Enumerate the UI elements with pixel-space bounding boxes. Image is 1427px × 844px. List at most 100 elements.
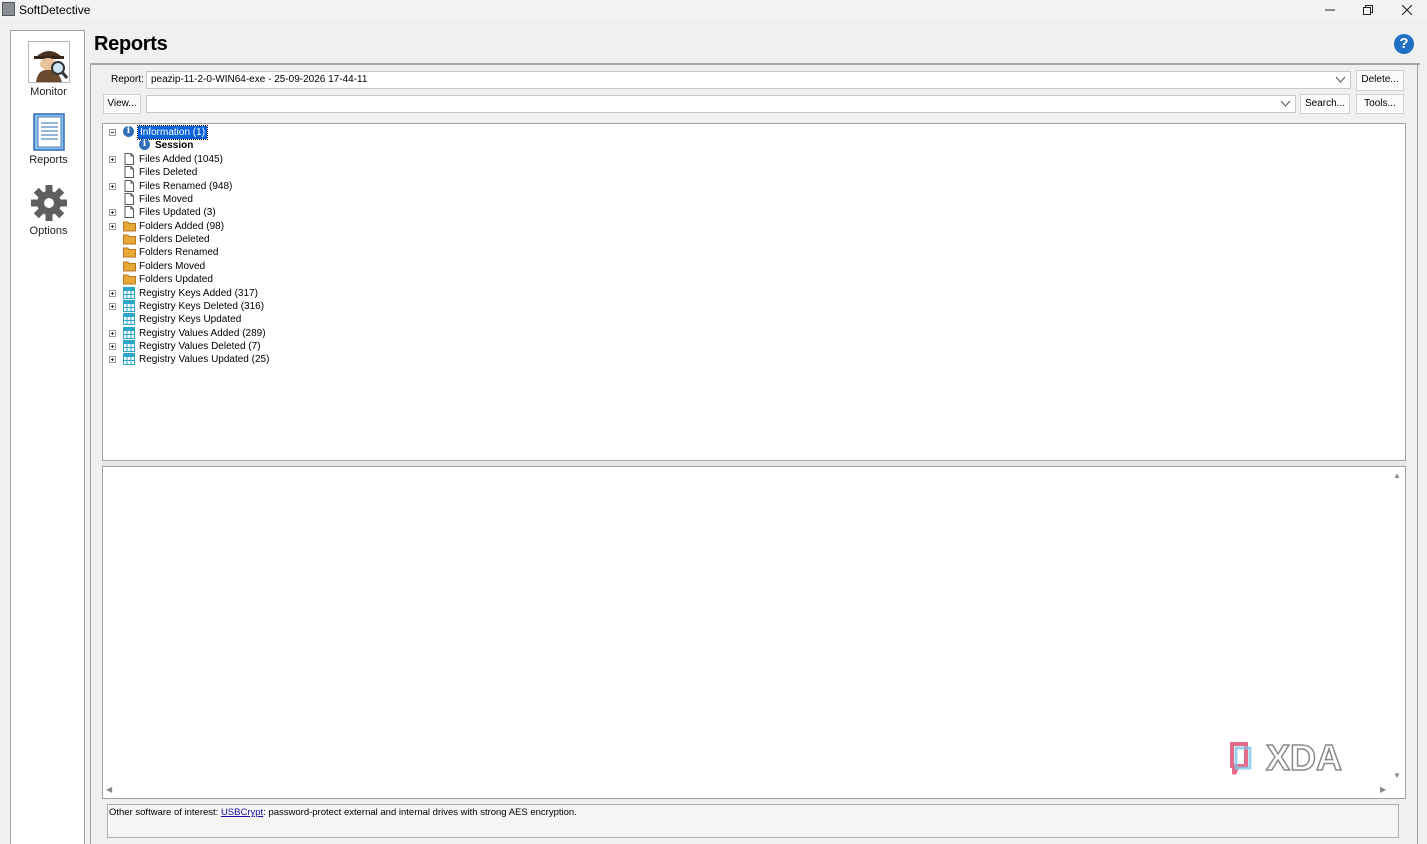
- restore-icon: [1363, 5, 1373, 15]
- registry-icon: [123, 326, 135, 339]
- notebook-icon: [32, 113, 65, 151]
- expand-icon[interactable]: [109, 289, 116, 297]
- close-icon: [1402, 5, 1412, 15]
- sidebar-item-label: Options: [29, 225, 68, 237]
- file-icon: [123, 206, 135, 219]
- tree-node[interactable]: Folders Renamed: [103, 246, 403, 259]
- tree-node[interactable]: Registry Keys Deleted (316): [103, 299, 403, 313]
- scroll-down-icon[interactable]: ▼: [1393, 771, 1401, 780]
- minimize-icon: [1325, 9, 1335, 11]
- expand-icon[interactable]: [109, 302, 116, 310]
- tree-node-label: Registry Values Deleted (7): [139, 340, 261, 352]
- registry-icon: [123, 353, 135, 366]
- tree-node-label: Files Updated (3): [139, 207, 216, 219]
- file-icon: [123, 153, 135, 165]
- folder-icon: [123, 273, 136, 285]
- tree-node[interactable]: Registry Keys Updated: [103, 313, 403, 326]
- info-icon: i: [139, 139, 150, 150]
- tree-node-label: Registry Values Added (289): [139, 327, 266, 339]
- search-button[interactable]: Search...: [1300, 94, 1350, 114]
- tree-node[interactable]: Registry Values Added (289): [103, 326, 403, 340]
- expand-icon[interactable]: [109, 156, 116, 163]
- delete-button[interactable]: Delete...: [1356, 70, 1404, 91]
- tree-node-label: Files Renamed (948): [139, 180, 233, 192]
- expand-icon[interactable]: [109, 329, 116, 337]
- registry-icon: [123, 299, 135, 312]
- footer-prefix: Other software of interest:: [109, 807, 221, 818]
- view-select[interactable]: [146, 95, 1296, 113]
- tree-node-label: Files Moved: [139, 194, 193, 206]
- tree-node[interactable]: Registry Values Deleted (7): [103, 339, 403, 353]
- tree-node-information[interactable]: i Information (1): [103, 125, 403, 140]
- sidebar-item-label: Reports: [29, 154, 68, 166]
- close-button[interactable]: [1388, 0, 1426, 20]
- tree-node-label: Registry Keys Deleted (316): [139, 300, 265, 312]
- tree-node-session[interactable]: i Session: [103, 139, 403, 152]
- folder-icon: [123, 260, 136, 272]
- view-button[interactable]: View...: [103, 94, 141, 114]
- sidebar: Monitor Reports Options: [10, 30, 85, 844]
- minimize-button[interactable]: [1311, 0, 1349, 20]
- horizontal-scrollbar[interactable]: ◀ ▶: [103, 783, 1391, 798]
- detail-pane[interactable]: ▲ ▼ ◀ ▶: [102, 466, 1406, 799]
- collapse-icon[interactable]: [109, 129, 116, 136]
- scroll-left-icon[interactable]: ◀: [106, 785, 112, 794]
- tree-node-label: Folders Moved: [139, 260, 206, 272]
- expand-icon[interactable]: [109, 342, 116, 350]
- expand-icon[interactable]: [109, 222, 116, 230]
- tree-node-label: Folders Added (98): [139, 220, 225, 232]
- scroll-right-icon[interactable]: ▶: [1380, 785, 1386, 794]
- folder-icon: [123, 246, 136, 258]
- tree-node[interactable]: Files Added (1045): [103, 153, 403, 166]
- expand-icon[interactable]: [109, 209, 116, 217]
- tree-node[interactable]: Folders Deleted: [103, 233, 403, 246]
- file-icon: [123, 193, 135, 206]
- footer-banner: Other software of interest: USBCrypt: pa…: [107, 804, 1399, 838]
- scroll-up-icon[interactable]: ▲: [1393, 471, 1401, 480]
- tree-node[interactable]: Registry Keys Added (317): [103, 286, 403, 300]
- report-label: Report:: [111, 74, 144, 85]
- tree-node[interactable]: Files Renamed (948): [103, 179, 403, 193]
- tree-node-label: Registry Keys Added (317): [139, 287, 258, 299]
- tree-node-label: Registry Values Updated (25): [139, 354, 270, 366]
- watermark-text: XDA: [1266, 740, 1342, 778]
- tree-node[interactable]: Folders Updated: [103, 273, 403, 286]
- file-icon: [123, 166, 135, 179]
- usbcrypt-link[interactable]: USBCrypt: [221, 807, 263, 818]
- tree-node[interactable]: Folders Added (98): [103, 220, 403, 233]
- tree-node[interactable]: Folders Moved: [103, 260, 403, 273]
- chevron-down-icon[interactable]: [1335, 74, 1346, 85]
- folder-icon: [123, 220, 136, 232]
- expand-icon[interactable]: [109, 356, 116, 364]
- tree-node-label: Folders Renamed: [139, 247, 219, 259]
- tree-node[interactable]: Files Moved: [103, 193, 403, 206]
- restore-button[interactable]: [1349, 0, 1387, 20]
- tree-node[interactable]: Registry Values Updated (25): [103, 353, 403, 366]
- title-bar: SoftDetective: [0, 0, 1427, 20]
- sidebar-item-options[interactable]: Options: [11, 184, 86, 237]
- tree-node-label: Files Added (1045): [139, 154, 223, 165]
- registry-icon: [123, 286, 135, 299]
- footer-suffix: : password-protect external and internal…: [263, 807, 577, 818]
- xda-watermark: XDA: [1228, 736, 1364, 783]
- report-select[interactable]: peazip-11-2-0-WIN64-exe - 25-09-2026 17-…: [146, 71, 1351, 89]
- sidebar-item-label: Monitor: [30, 86, 67, 98]
- page-title: Reports: [94, 33, 168, 55]
- tree-node[interactable]: Files Deleted: [103, 166, 403, 179]
- chevron-down-icon[interactable]: [1280, 98, 1291, 109]
- tree-node-label: Files Deleted: [139, 167, 198, 179]
- tools-button[interactable]: Tools...: [1356, 94, 1404, 114]
- window-title: SoftDetective: [19, 3, 91, 17]
- tree-node[interactable]: Files Updated (3): [103, 206, 403, 219]
- vertical-scrollbar[interactable]: ▲ ▼: [1390, 467, 1405, 784]
- registry-icon: [123, 313, 135, 326]
- sidebar-item-reports[interactable]: Reports: [11, 113, 86, 166]
- expand-icon[interactable]: [109, 182, 116, 190]
- help-icon[interactable]: ?: [1394, 34, 1414, 54]
- gear-icon: [30, 185, 67, 221]
- tree-node-label: Registry Keys Updated: [139, 314, 242, 326]
- report-select-value: peazip-11-2-0-WIN64-exe - 25-09-2026 17-…: [151, 74, 368, 85]
- report-tree[interactable]: i Information (1) i Session Files Added …: [102, 123, 1406, 461]
- tree-node-label: Folders Updated: [139, 274, 213, 286]
- sidebar-item-monitor[interactable]: Monitor: [11, 41, 86, 98]
